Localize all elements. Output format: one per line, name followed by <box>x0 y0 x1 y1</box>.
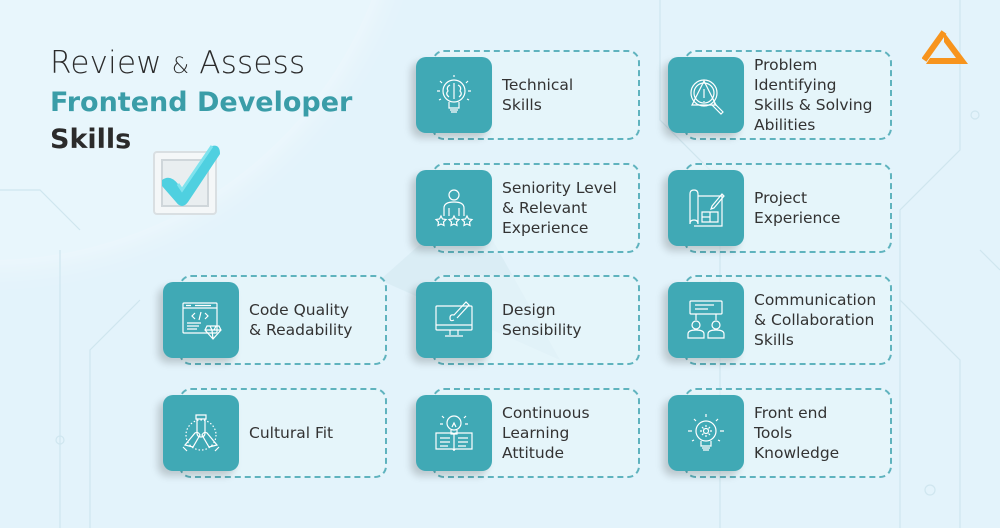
title-ampersand: & <box>171 54 190 79</box>
skill-card-design-sensibility: Design Sensibility <box>416 275 641 365</box>
warning-magnifier-icon <box>690 79 724 115</box>
skill-label: Communication & Collaboration Skills <box>754 291 877 349</box>
title-line-2: Frontend Developer <box>50 87 353 118</box>
skill-card-communication: Communication & Collaboration Skills <box>668 275 893 365</box>
skill-label: Design Sensibility <box>502 301 582 339</box>
code-window-diamond-icon <box>182 302 222 340</box>
skill-label: Code Quality & Readability <box>249 301 353 339</box>
skill-label: Seniority Level & Relevant Experience <box>502 179 617 237</box>
checkbox-checked-icon <box>153 145 220 215</box>
skill-card-problem-solving: Problem Identifying Skills & Solving Abi… <box>668 50 893 140</box>
skill-label: Front end Tools Knowledge <box>754 404 840 462</box>
skill-label: Continuous Learning Attitude <box>502 404 590 462</box>
skill-label: Project Experience <box>754 189 841 227</box>
skill-card-project-experience: Project Experience <box>668 163 893 253</box>
skill-card-seniority: Seniority Level & Relevant Experience <box>416 163 641 253</box>
skill-label: Technical Skills <box>502 76 574 114</box>
infographic: Review & Assess Frontend Developer Skill… <box>0 0 1000 528</box>
skill-card-code-quality: Code Quality & Readability <box>163 275 388 365</box>
person-stars-icon <box>434 189 474 227</box>
title-word-assess: Assess <box>199 45 306 81</box>
triangle-logo-icon <box>922 30 968 64</box>
brain-lightbulb-icon <box>437 75 471 113</box>
book-lightbulb-icon <box>435 415 473 452</box>
hands-together-icon <box>182 414 220 452</box>
skill-card-technical: Technical Skills <box>416 50 641 140</box>
skill-card-frontend-tools: Front end Tools Knowledge <box>668 388 893 478</box>
skill-label: Cultural Fit <box>249 424 334 442</box>
skill-label: Problem Identifying Skills & Solving Abi… <box>754 56 873 134</box>
blueprint-pencil-icon <box>689 189 725 227</box>
title-line-1: Review & Assess <box>50 45 352 81</box>
gear-lightbulb-icon <box>688 414 724 451</box>
monitor-brush-icon <box>435 301 473 337</box>
title-word-review: Review <box>50 45 162 81</box>
page-title: Review & Assess Frontend Developer Skill… <box>50 45 352 155</box>
people-chat-icon <box>687 300 725 339</box>
skill-card-continuous-learning: Continuous Learning Attitude <box>416 388 641 478</box>
skill-card-cultural-fit: Cultural Fit <box>163 388 388 478</box>
